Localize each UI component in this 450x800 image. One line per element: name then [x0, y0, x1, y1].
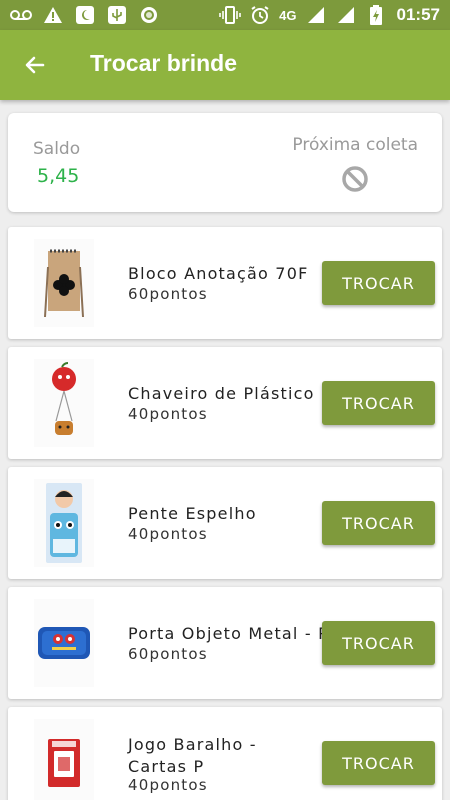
playing-cards-icon [34, 719, 94, 800]
signal-icon [305, 4, 327, 26]
metal-case-icon [34, 599, 94, 687]
item-points: 40pontos [128, 525, 208, 543]
notepad-icon [34, 239, 94, 327]
status-right-icons: 4G 01:57 [219, 4, 440, 26]
item-name: Jogo Baralho - Cartas P [128, 735, 257, 776]
warning-icon [42, 4, 64, 26]
arrow-back-icon [25, 56, 45, 74]
alarm-icon [249, 4, 271, 26]
signal-icon [335, 4, 357, 26]
saldo-value: 5,45 [37, 165, 80, 187]
back-button[interactable] [18, 48, 52, 82]
voicemail-icon [10, 4, 32, 26]
page-title: Trocar brinde [90, 50, 237, 76]
item-name: Porta Objeto Metal - P [128, 624, 329, 643]
clock: 01:57 [396, 5, 440, 24]
night-mode-icon [74, 4, 96, 26]
trocar-button[interactable]: TROCAR [322, 381, 435, 425]
comb-mirror-icon [34, 479, 94, 567]
usb-icon [106, 4, 128, 26]
vibrate-icon [219, 4, 241, 26]
status-left-icons [10, 4, 160, 26]
list-item: Chaveiro de Plástico 40pontos TROCAR [8, 347, 442, 459]
record-icon [138, 4, 160, 26]
status-bar: 4G 01:57 [0, 0, 450, 30]
trocar-button[interactable]: TROCAR [322, 501, 435, 545]
list-item: Porta Objeto Metal - P 60pontos TROCAR [8, 587, 442, 699]
app-bar: Trocar brinde [0, 30, 450, 100]
blocked-icon [342, 166, 368, 192]
item-points: 60pontos [128, 645, 208, 663]
trocar-button[interactable]: TROCAR [322, 261, 435, 305]
network-type: 4G [279, 7, 297, 23]
trocar-button[interactable]: TROCAR [322, 621, 435, 665]
item-name: Pente Espelho [128, 504, 257, 523]
saldo-label: Saldo [33, 139, 81, 159]
trocar-button[interactable]: TROCAR [322, 741, 435, 785]
item-points: 40pontos [128, 405, 208, 423]
balance-card: Saldo 5,45 Próxima coleta [8, 113, 442, 212]
item-name: Chaveiro de Plástico [128, 384, 315, 403]
item-points: 60pontos [128, 285, 208, 303]
battery-charging-icon [365, 4, 387, 26]
item-points: 40pontos [128, 776, 208, 794]
list-item: Pente Espelho 40pontos TROCAR [8, 467, 442, 579]
item-name: Bloco Anotação 70F [128, 264, 309, 283]
keychain-icon [34, 359, 94, 447]
list-item: Bloco Anotação 70F 60pontos TROCAR [8, 227, 442, 339]
list-item: Jogo Baralho - Cartas P 40pontos TROCAR [8, 707, 442, 800]
proxima-coleta-label: Próxima coleta [292, 135, 418, 155]
